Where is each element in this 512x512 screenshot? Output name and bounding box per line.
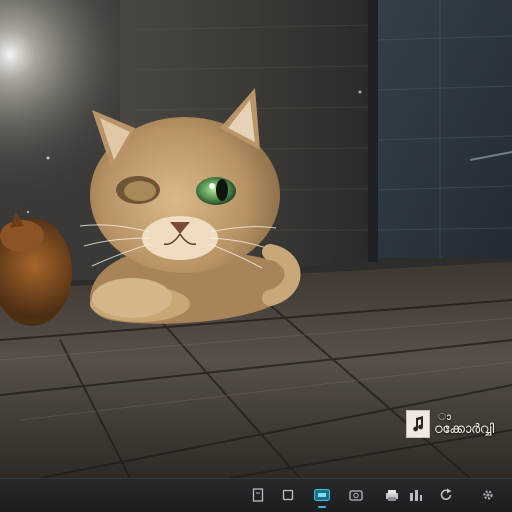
document-icon[interactable] [250, 487, 266, 503]
gear-icon[interactable] [480, 487, 496, 503]
camera-icon[interactable] [348, 487, 364, 503]
desktop-wallpaper [0, 0, 512, 478]
desktop-notification[interactable]: ാ ഠക്കോർവ്വി [406, 410, 494, 438]
window-icon[interactable] [280, 487, 296, 503]
music-note-icon [406, 410, 430, 438]
bars-icon[interactable] [408, 487, 424, 503]
desktop-screen: ാ ഠക്കോർവ്വി [0, 0, 512, 512]
taskbar [0, 478, 512, 512]
app-icon-active[interactable] [314, 487, 330, 508]
notification-text: ാ ഠക്കോർവ്വി [434, 412, 494, 436]
printer-icon[interactable] [384, 487, 400, 503]
notification-line-2: ഠക്കോർവ്വി [434, 422, 494, 437]
refresh-icon[interactable] [438, 487, 454, 503]
